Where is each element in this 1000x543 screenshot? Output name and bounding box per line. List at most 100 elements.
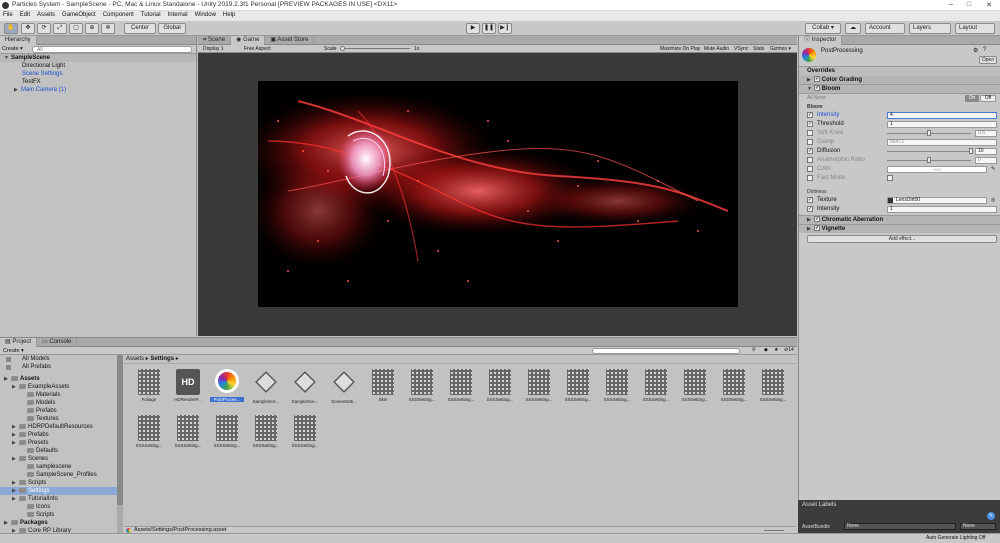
- tree-scrollbar-thumb[interactable]: [117, 355, 123, 505]
- hierarchy-item[interactable]: TestFX: [0, 78, 196, 86]
- override-checkbox[interactable]: ✓: [807, 121, 813, 127]
- foldout-icon[interactable]: [20, 391, 27, 397]
- label-tag-icon[interactable]: ✎: [987, 512, 995, 520]
- folder-tree-item[interactable]: ▶ Presets: [0, 439, 117, 447]
- menu-gameobject[interactable]: GameObject: [59, 11, 100, 18]
- foldout-icon[interactable]: ▶: [12, 383, 19, 390]
- pause-button[interactable]: ❚❚: [482, 23, 496, 34]
- asset-item[interactable]: SampleSce...: [288, 369, 322, 404]
- breadcrumb-assets[interactable]: Assets: [126, 356, 144, 362]
- vignette-checkbox[interactable]: ✓: [814, 225, 820, 232]
- rotate-tool-icon[interactable]: ⟳: [37, 23, 51, 34]
- field-value[interactable]: 10: [975, 148, 997, 155]
- close-button[interactable]: ✕: [982, 1, 996, 9]
- fast-mode-toggle[interactable]: [887, 175, 893, 181]
- all-none-buttons[interactable]: All None: [807, 95, 826, 101]
- field-value[interactable]: 0.5: [975, 130, 997, 137]
- foldout-icon[interactable]: [20, 511, 27, 517]
- asset-item[interactable]: HD HDRenderP...: [171, 369, 205, 404]
- override-checkbox[interactable]: ✓: [807, 148, 813, 154]
- folder-tree-item[interactable]: ▶ Settings: [0, 487, 117, 495]
- minimize-button[interactable]: –: [944, 1, 958, 9]
- play-button[interactable]: ▶: [466, 23, 480, 34]
- asset-item[interactable]: SampleSce...: [249, 369, 283, 404]
- search-filter-icon[interactable]: ⚲: [752, 347, 756, 353]
- dirt-intensity-checkbox[interactable]: ✓: [807, 206, 813, 212]
- tab-hierarchy[interactable]: Hierarchy: [0, 36, 37, 45]
- scene-row[interactable]: ▼ SampleScene: [0, 54, 196, 62]
- eyedropper-icon[interactable]: ✎: [991, 166, 995, 172]
- field-value[interactable]: 1: [887, 121, 997, 128]
- folder-tree-item[interactable]: ▶ HDRPDefaultResources: [0, 423, 117, 431]
- foldout-icon[interactable]: [20, 463, 27, 469]
- bloom-on-button[interactable]: On: [965, 95, 979, 102]
- asset-item[interactable]: SSSSetting...: [405, 369, 439, 404]
- asset-item[interactable]: SSSSetting...: [717, 369, 751, 404]
- asset-item[interactable]: SSSSetting...: [639, 369, 673, 404]
- foldout-icon[interactable]: ▶: [12, 495, 19, 502]
- asset-item[interactable]: SSSSetting...: [678, 369, 712, 404]
- folder-tree-item[interactable]: ▶ Scripts: [0, 479, 117, 487]
- folder-tree-item[interactable]: ▶ Packages: [0, 519, 117, 527]
- custom-tool-icon[interactable]: ✲: [101, 23, 115, 34]
- hierarchy-create-button[interactable]: Create ▾: [2, 46, 23, 52]
- game-render-viewport[interactable]: [258, 81, 738, 307]
- foldout-icon[interactable]: ▶: [14, 86, 21, 93]
- folder-tree-item[interactable]: ▶ Assets: [0, 375, 117, 383]
- asset-item[interactable]: SSSSetting...: [288, 415, 322, 448]
- asset-item[interactable]: Foliage: [132, 369, 166, 404]
- scale-slider-track[interactable]: [340, 48, 410, 49]
- help-icon[interactable]: ?: [983, 47, 986, 53]
- field-slider-handle[interactable]: [927, 157, 931, 163]
- folder-tree-item[interactable]: Materials: [0, 391, 117, 399]
- move-tool-icon[interactable]: ✥: [21, 23, 35, 34]
- settings-icon[interactable]: ⚙: [973, 47, 978, 54]
- foldout-icon[interactable]: [20, 471, 27, 477]
- foldout-icon[interactable]: [20, 447, 27, 453]
- collab-button[interactable]: Collab ▾: [805, 23, 841, 34]
- hierarchy-item[interactable]: Directional Light: [0, 62, 196, 70]
- scale-slider-handle[interactable]: [340, 46, 345, 51]
- color-grading-section[interactable]: ▶ ✓ Color Grading: [799, 76, 1000, 85]
- asset-item[interactable]: SSSSetting...: [756, 369, 790, 404]
- override-checkbox[interactable]: [807, 166, 813, 172]
- asset-item[interactable]: SSSSetting...: [444, 369, 478, 404]
- foldout-icon[interactable]: [20, 407, 27, 413]
- folder-tree-item[interactable]: Models: [0, 399, 117, 407]
- cloud-icon[interactable]: ☁: [845, 23, 861, 34]
- folder-tree-item[interactable]: ▶ Scenes: [0, 455, 117, 463]
- foldout-icon[interactable]: ▶: [807, 216, 814, 223]
- favorite-item[interactable]: All Models: [0, 355, 117, 363]
- maximize-button[interactable]: □: [962, 1, 976, 9]
- menu-component[interactable]: Component: [100, 11, 138, 18]
- project-search-input[interactable]: [592, 348, 740, 354]
- foldout-icon[interactable]: ▶: [12, 423, 19, 430]
- dirt-intensity-field[interactable]: 1: [887, 206, 997, 213]
- transform-tool-icon[interactable]: ⊕: [85, 23, 99, 34]
- menu-tutorial[interactable]: Tutorial: [138, 11, 165, 18]
- chromatic-section[interactable]: ▶ ✓ Chromatic Aberration: [799, 215, 1000, 224]
- menu-help[interactable]: Help: [220, 11, 239, 18]
- field-value[interactable]: 0: [975, 157, 997, 164]
- hidden-count-badge[interactable]: ⊘14: [784, 347, 794, 353]
- folder-tree-item[interactable]: Scripts: [0, 511, 117, 519]
- foldout-icon[interactable]: ▶: [12, 431, 19, 438]
- maximize-on-play-toggle[interactable]: Maximize On Play: [660, 46, 700, 52]
- asset-item[interactable]: Skin: [366, 369, 400, 404]
- asset-item[interactable]: SceneSetti...: [327, 369, 361, 404]
- foldout-icon[interactable]: ▶: [12, 439, 19, 446]
- folder-tree-item[interactable]: Prefabs: [0, 407, 117, 415]
- project-create-button[interactable]: Create ▾: [3, 348, 24, 354]
- menu-file[interactable]: File: [0, 11, 17, 18]
- foldout-icon[interactable]: [20, 399, 27, 405]
- account-dropdown[interactable]: Account: [865, 23, 905, 34]
- foldout-icon[interactable]: ▼: [807, 85, 814, 92]
- folder-tree-item[interactable]: Defaults: [0, 447, 117, 455]
- color-swatch[interactable]: HDR: [887, 166, 987, 173]
- tab-asset-store[interactable]: ▣ Asset Store: [265, 36, 315, 45]
- field-slider-handle[interactable]: [927, 130, 931, 136]
- field-slider-track[interactable]: [887, 151, 971, 152]
- asset-item[interactable]: SSSSetting...: [171, 415, 205, 448]
- space-global-button[interactable]: Global: [158, 23, 186, 34]
- foldout-icon[interactable]: [20, 503, 27, 509]
